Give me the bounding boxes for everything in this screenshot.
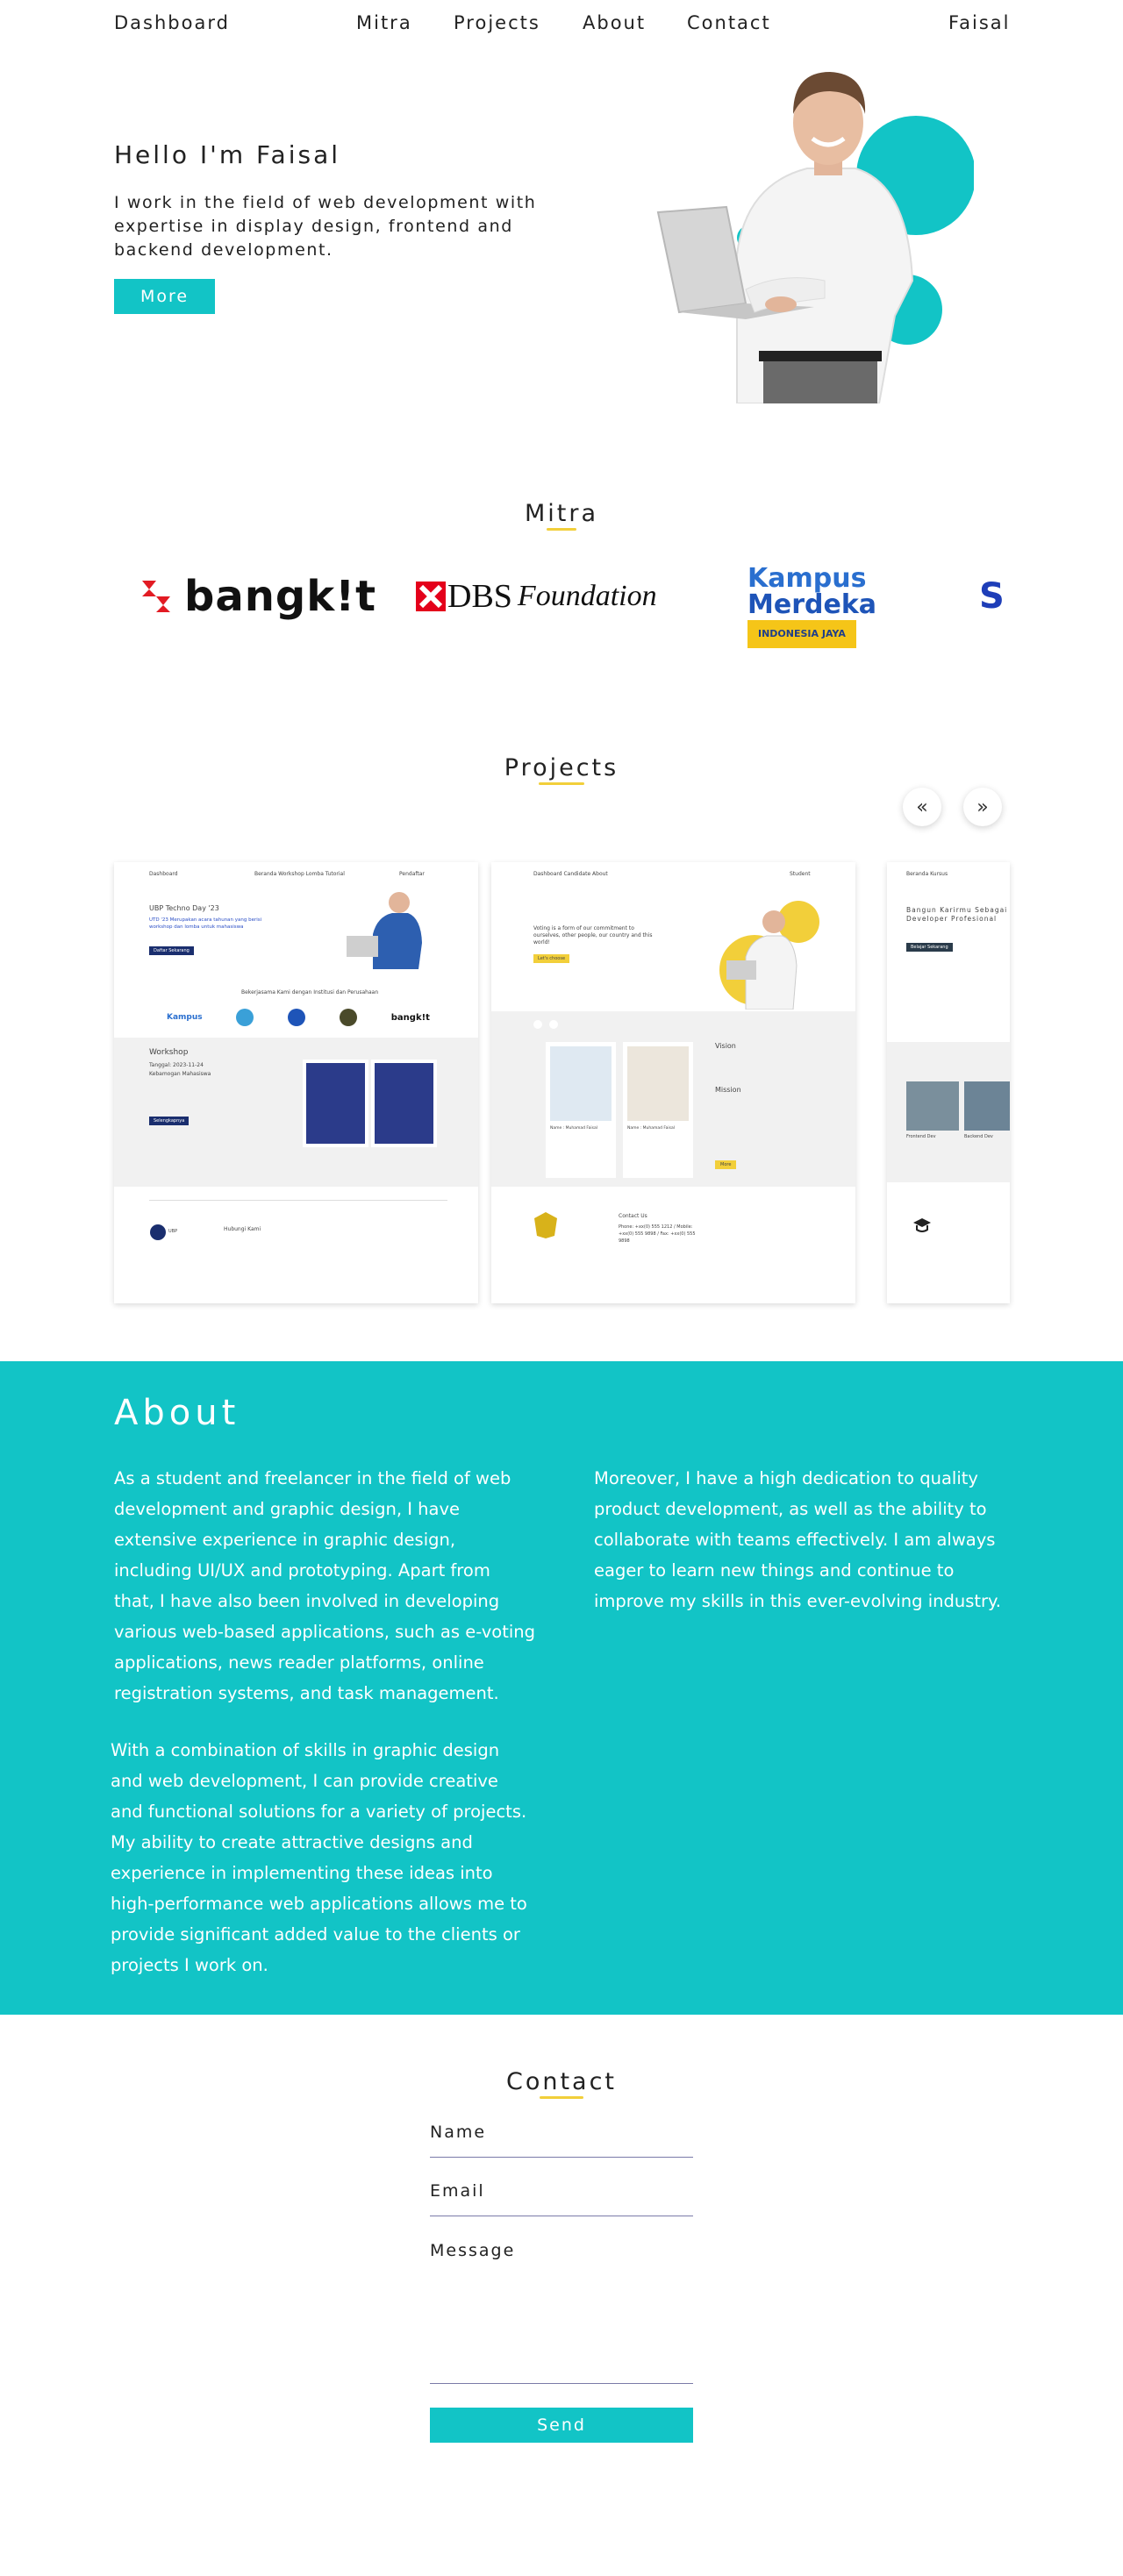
- project-card-developer-course[interactable]: Beranda Kursus Bangun Karirmu Sebagai De…: [887, 862, 1010, 1303]
- card1-hero-desc: UTD '23 Merupakan acara tahunan yang ber…: [149, 917, 262, 930]
- hero-portrait-image: [656, 72, 974, 403]
- card3-course-2-photo: [964, 1081, 1010, 1131]
- card1-workshop-date: Tanggal: 2023-11-24: [149, 1062, 204, 1068]
- card1-nav-brand: Dashboard: [149, 871, 178, 877]
- project-card-ubp-techno-day[interactable]: Dashboard Beranda Workshop Lomba Tutoria…: [114, 862, 478, 1303]
- card1-hero-button: Daftar Sekarang: [149, 946, 194, 955]
- carousel-next-button[interactable]: »: [963, 788, 1002, 826]
- card1-footer-title: Hubungi Kami: [224, 1226, 261, 1232]
- card1-partners-title: Bekerjasama Kami dengan Institusi dan Pe…: [241, 989, 379, 995]
- card2-carousel-next: [549, 1020, 558, 1029]
- email-field-label: Email: [430, 2181, 485, 2201]
- card2-vision-title: Vision: [715, 1042, 736, 1050]
- card2-candidate-1-name: Name : Muhamad Faisal: [550, 1126, 597, 1131]
- card1-workshop-place: Kebamogan Mahasiswa: [149, 1071, 211, 1077]
- card2-candidate-2-photo: [627, 1046, 689, 1121]
- card1-footer-divider: [149, 1200, 447, 1201]
- hero-title: Hello I'm Faisal: [114, 140, 340, 169]
- card3-nav-links: Beranda Kursus: [906, 871, 948, 877]
- kampus-merdeka-logo: Kampus Merdeka INDONESIA JAYA: [747, 563, 877, 648]
- bangkit-mark-icon: [142, 581, 170, 612]
- card3-course-1-title: Frontend Dev: [906, 1134, 936, 1139]
- name-field-label: Name: [430, 2123, 487, 2142]
- card2-contact-lines: Phone: +xx(0) 555 1212 / Mobile: +xx(0) …: [619, 1224, 696, 1244]
- about-title: About: [114, 1393, 240, 1433]
- nav-user-faisal[interactable]: Faisal: [948, 12, 1011, 33]
- graduation-cap-icon: [913, 1218, 931, 1232]
- bangkit-wordmark: bangk!t: [184, 572, 377, 621]
- merdeka-text: Merdeka: [747, 589, 877, 620]
- card1-nav-links: Beranda Workshop Lomba Tutorial: [254, 871, 345, 877]
- projects-section-title: Projects: [0, 754, 1123, 785]
- chevron-double-left-icon: «: [916, 796, 928, 818]
- card2-hero-text: Voting is a form of our commitment to ou…: [533, 925, 653, 945]
- card2-footer-logo-icon: [534, 1212, 557, 1238]
- chevron-double-right-icon: »: [976, 796, 989, 818]
- bangkit-logo: bangk!t: [137, 561, 376, 632]
- dbs-star-icon: [416, 582, 446, 611]
- about-paragraph-2: Moreover, I have a high dedication to qu…: [594, 1468, 1002, 1611]
- card1-workshop-button: Selengkapnya: [149, 1117, 190, 1125]
- card1-nav-right: Pendaftar: [399, 871, 425, 877]
- card2-nav-links: Dashboard Candidate About: [533, 871, 608, 877]
- card1-hero-title: UBP Techno Day '23: [149, 904, 219, 912]
- card1-partner-mark-1: [236, 1009, 254, 1026]
- indonesia-jaya-band: INDONESIA JAYA: [747, 620, 856, 648]
- card2-more-button: More: [715, 1160, 737, 1169]
- card1-partner-mark-3: [339, 1009, 357, 1026]
- nav-brand-dashboard[interactable]: Dashboard: [114, 12, 230, 33]
- message-textarea[interactable]: [430, 2383, 693, 2384]
- mitra-section-title: Mitra: [0, 500, 1123, 531]
- card1-partner-bangkit: bangk!t: [390, 1012, 430, 1023]
- card2-hero-image: [719, 901, 819, 1010]
- card1-poster-1: [303, 1060, 368, 1147]
- card2-candidate-1: Name : Muhamad Faisal: [546, 1042, 616, 1178]
- card2-candidate-2: Name : Muhamad Faisal: [623, 1042, 693, 1178]
- send-button[interactable]: Send: [430, 2408, 693, 2443]
- card2-candidate-2-name: Name : Muhamad Faisal: [627, 1126, 675, 1131]
- card1-partner-logos: Kampus bangk!t: [167, 1004, 430, 1031]
- card2-hero-button: Let's choose: [533, 954, 570, 963]
- partial-logo-letter: S: [979, 576, 1005, 617]
- nav-link-projects[interactable]: Projects: [454, 12, 540, 33]
- about-section: About As a student and freelancer in the…: [0, 1361, 1123, 2015]
- card2-nav-right: Student: [790, 871, 811, 877]
- card1-footer-logo-text: UBP: [168, 1229, 178, 1234]
- card2-carousel-prev: [533, 1020, 542, 1029]
- dbs-foundation-script: Foundation: [517, 580, 657, 612]
- hero-description: I work in the field of web development w…: [114, 193, 537, 260]
- card3-course-2-title: Backend Dev: [964, 1134, 993, 1139]
- name-input[interactable]: [430, 2157, 693, 2158]
- contact-section-title: Contact: [0, 2068, 1123, 2099]
- card3-hero-button: Belajar Sekarang: [906, 943, 953, 952]
- dbs-foundation-logo: DBS Foundation: [416, 561, 657, 632]
- nav-link-mitra[interactable]: Mitra: [356, 12, 412, 33]
- nav-link-contact[interactable]: Contact: [687, 12, 771, 33]
- about-paragraph-3: With a combination of skills in graphic …: [111, 1740, 527, 1975]
- nav-link-about[interactable]: About: [583, 12, 646, 33]
- carousel-prev-button[interactable]: «: [903, 788, 941, 826]
- card1-partner-km: Kampus: [167, 1013, 203, 1022]
- more-button[interactable]: More: [114, 279, 215, 314]
- partial-partner-logo: S: [979, 561, 1005, 632]
- card2-contact-title: Contact Us: [619, 1213, 647, 1219]
- card3-hero-title: Bangun Karirmu Sebagai Developer Profesi…: [906, 906, 1008, 923]
- card3-course-1-photo: [906, 1081, 959, 1131]
- dbs-wordmark: DBS: [447, 578, 512, 615]
- message-field-label: Message: [430, 2241, 516, 2260]
- about-paragraph-1: As a student and freelancer in the field…: [114, 1468, 535, 1703]
- card1-poster-2: [371, 1060, 437, 1147]
- kampus-text: Kampus: [747, 563, 867, 594]
- project-card-e-voting[interactable]: Dashboard Candidate About Student Voting…: [491, 862, 855, 1303]
- card1-partner-mark-2: [288, 1009, 306, 1026]
- card2-candidate-1-photo: [550, 1046, 612, 1121]
- top-navbar: Dashboard Mitra Projects About Contact F…: [0, 0, 1123, 47]
- card1-workshop-title: Workshop: [149, 1048, 189, 1057]
- card2-mission-title: Mission: [715, 1086, 741, 1094]
- card1-footer-logo-icon: [150, 1224, 166, 1240]
- card1-hero-image: [347, 892, 422, 969]
